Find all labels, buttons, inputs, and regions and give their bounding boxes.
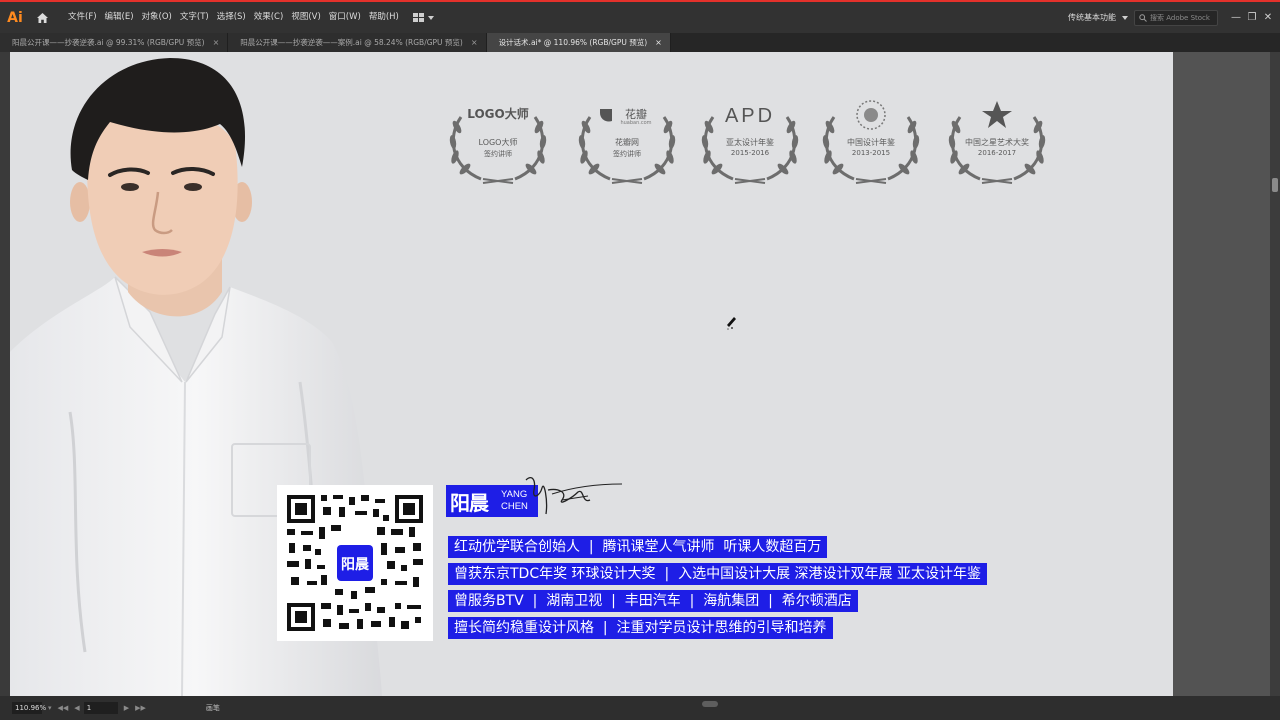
last-artboard-icon[interactable]: ▶▶ bbox=[135, 704, 146, 712]
menu-view[interactable]: 视图(V) bbox=[287, 1, 324, 34]
canvas-area: LOGO大师 LOGO大师 签约讲师 花瓣 huaban.com 花瓣网 签约讲… bbox=[0, 52, 1280, 696]
award-subtitle: 2016-2017 bbox=[977, 149, 1017, 157]
arrange-documents-button[interactable] bbox=[412, 13, 434, 22]
status-bar: 110.96% ▾ ◀◀ ◀ 1 ▶ ▶▶ 画笔 bbox=[0, 696, 1280, 720]
info-line-3: 曾服务BTV | 湖南卫视 | 丰田汽车 | 海航集团 | 希尔顿酒店 bbox=[448, 590, 858, 612]
zoom-level-field[interactable]: 110.96% bbox=[12, 702, 46, 714]
close-icon[interactable]: ✕ bbox=[1260, 10, 1276, 26]
scrollbar-thumb[interactable] bbox=[1272, 178, 1278, 192]
menu-select[interactable]: 选择(S) bbox=[213, 1, 250, 34]
horizontal-scrollbar[interactable] bbox=[270, 701, 1270, 707]
previous-artboard-icon[interactable]: ◀ bbox=[74, 704, 79, 712]
restore-icon[interactable]: ❐ bbox=[1244, 10, 1260, 26]
tab-close-icon[interactable]: × bbox=[655, 38, 662, 47]
artboard[interactable]: LOGO大师 LOGO大师 签约讲师 花瓣 huaban.com 花瓣网 签约讲… bbox=[10, 52, 1173, 696]
menu-file[interactable]: 文件(F) bbox=[64, 1, 101, 34]
info-line-4: 擅长简约稳重设计风格 | 注重对学员设计思维的引导和培养 bbox=[448, 617, 833, 639]
award-subtitle: 2015-2016 bbox=[730, 149, 770, 157]
illustrator-window: Ai 文件(F) 编辑(E) 对象(O) 文字(T) 选择(S) 效果(C) 视… bbox=[0, 0, 1280, 720]
brush-cursor-icon bbox=[727, 317, 736, 330]
award-subtitle: 签约讲师 bbox=[484, 150, 512, 158]
vertical-scrollbar[interactable] bbox=[1270, 52, 1280, 696]
grid-layout-icon bbox=[412, 13, 424, 22]
award-title: LOGO大师 bbox=[478, 138, 518, 147]
tab-document-2[interactable]: 阳晨公开课——抄袭逆袭——案例.ai @ 58.24% (RGB/GPU 预览)… bbox=[228, 33, 487, 52]
stock-search-placeholder: 搜索 Adobe Stock bbox=[1150, 13, 1210, 22]
home-icon[interactable] bbox=[32, 8, 52, 28]
tab-label: 设计话术.ai* @ 110.96% (RGB/GPU 预览) bbox=[498, 38, 648, 47]
menu-bar: Ai 文件(F) 编辑(E) 对象(O) 文字(T) 选择(S) 效果(C) 视… bbox=[0, 0, 1280, 33]
award-huaban: 花瓣 huaban.com 花瓣网 签约讲师 bbox=[572, 97, 682, 187]
tab-document-1[interactable]: 阳晨公开课——抄袭逆袭.ai @ 99.31% (RGB/GPU 预览) × bbox=[0, 33, 229, 52]
stock-search-input[interactable]: 搜索 Adobe Stock bbox=[1134, 9, 1218, 26]
chevron-down-icon bbox=[427, 15, 434, 20]
info-line-1: 红动优学联合创始人 | 腾讯课堂人气讲师 听课人数超百万 bbox=[448, 536, 828, 558]
chevron-down-icon[interactable] bbox=[1122, 15, 1128, 20]
qr-code: 阳晨 bbox=[277, 485, 433, 641]
tab-label: 阳晨公开课——抄袭逆袭——案例.ai @ 58.24% (RGB/GPU 预览) bbox=[240, 38, 463, 47]
qr-center-logo: 阳晨 bbox=[341, 557, 370, 573]
award-title: 亚太设计年鉴 bbox=[726, 138, 774, 147]
next-artboard-icon[interactable]: ▶ bbox=[124, 704, 129, 712]
current-tool-label: 画笔 bbox=[205, 704, 220, 712]
award-mark: LOGO大师 bbox=[467, 107, 529, 121]
award-title: 中国之星艺术大奖 bbox=[965, 138, 1029, 147]
tab-label: 阳晨公开课——抄袭逆袭.ai @ 99.31% (RGB/GPU 预览) bbox=[12, 38, 205, 47]
menu-type[interactable]: 文字(T) bbox=[176, 1, 213, 34]
menu-effect[interactable]: 效果(C) bbox=[250, 1, 288, 34]
tab-close-icon[interactable]: × bbox=[213, 38, 220, 47]
menu-window[interactable]: 窗口(W) bbox=[325, 1, 365, 34]
award-logo-master: LOGO大师 LOGO大师 签约讲师 bbox=[443, 97, 553, 187]
menu-help[interactable]: 帮助(H) bbox=[365, 1, 403, 34]
handwritten-signature bbox=[525, 476, 622, 515]
first-artboard-icon[interactable]: ◀◀ bbox=[58, 704, 69, 712]
minimize-icon[interactable]: — bbox=[1228, 10, 1244, 26]
award-subtitle: 签约讲师 bbox=[613, 150, 641, 158]
award-subtitle: 2013-2015 bbox=[851, 149, 891, 157]
tool-panel-edge bbox=[0, 52, 10, 696]
qr-code-icon: 阳晨 bbox=[287, 495, 423, 631]
menu-edit[interactable]: 编辑(E) bbox=[101, 1, 138, 34]
award-china-design-yearbook: 中国设计年鉴 2013-2015 bbox=[816, 97, 926, 187]
star-icon bbox=[982, 101, 1012, 128]
artboard-number-field[interactable]: 1 bbox=[83, 702, 118, 714]
scrollbar-thumb[interactable] bbox=[702, 701, 718, 707]
award-mark-sub: huaban.com bbox=[620, 120, 652, 126]
award-mark: APD bbox=[724, 105, 776, 127]
award-title: 花瓣网 bbox=[615, 138, 639, 147]
award-apd: APD 亚太设计年鉴 2015-2016 bbox=[695, 97, 805, 187]
award-title: 中国设计年鉴 bbox=[847, 138, 895, 147]
menu-object[interactable]: 对象(O) bbox=[138, 1, 176, 34]
tab-document-3-active[interactable]: 设计话术.ai* @ 110.96% (RGB/GPU 预览) × bbox=[486, 33, 671, 52]
brand-name-cn: 阳晨 bbox=[450, 491, 489, 515]
info-line-2: 曾获东京TDC年奖 环球设计大奖 | 入选中国设计大展 深港设计双年展 亚太设计… bbox=[448, 563, 987, 585]
chevron-down-icon[interactable]: ▾ bbox=[48, 704, 52, 712]
workspace-switcher[interactable]: 传统基本功能 bbox=[1062, 12, 1122, 23]
window-controls: — ❐ ✕ bbox=[1228, 10, 1276, 26]
main-menu: 文件(F) 编辑(E) 对象(O) 文字(T) 选择(S) 效果(C) 视图(V… bbox=[64, 1, 403, 34]
tab-close-icon[interactable]: × bbox=[471, 38, 478, 47]
award-china-star: 中国之星艺术大奖 2016-2017 bbox=[942, 97, 1052, 187]
pasteboard bbox=[1173, 52, 1270, 696]
document-tabs: 阳晨公开课——抄袭逆袭.ai @ 99.31% (RGB/GPU 预览) × 阳… bbox=[0, 33, 1280, 52]
app-logo: Ai bbox=[7, 9, 23, 26]
search-icon bbox=[1139, 13, 1147, 22]
